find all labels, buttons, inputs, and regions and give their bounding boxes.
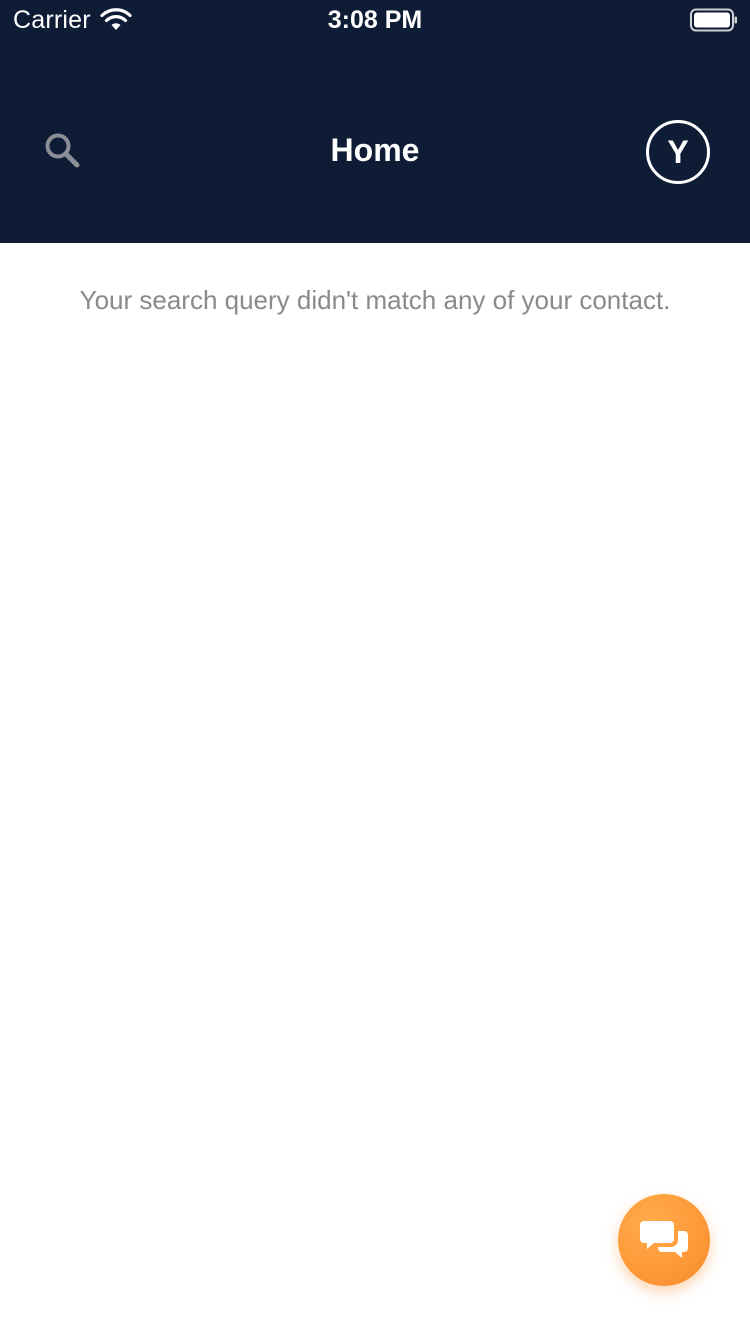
status-bar: Carrier 3:08 PM: [0, 0, 750, 40]
battery-icon: [690, 8, 737, 32]
avatar-initial: Y: [667, 133, 689, 170]
profile-avatar-button[interactable]: Y: [646, 120, 710, 184]
status-time: 3:08 PM: [327, 6, 423, 34]
chat-fab-button[interactable]: [618, 1194, 710, 1286]
nav-bar: Home Y: [0, 40, 750, 243]
page-title: Home: [330, 132, 420, 168]
header: Carrier 3:08 PM Home Y: [0, 0, 750, 243]
home-screen: Carrier 3:08 PM Home Y Your search query…: [0, 0, 750, 1334]
empty-search-message: Your search query didn't match any of yo…: [79, 285, 671, 315]
chat-bubbles-icon: [640, 1221, 688, 1258]
